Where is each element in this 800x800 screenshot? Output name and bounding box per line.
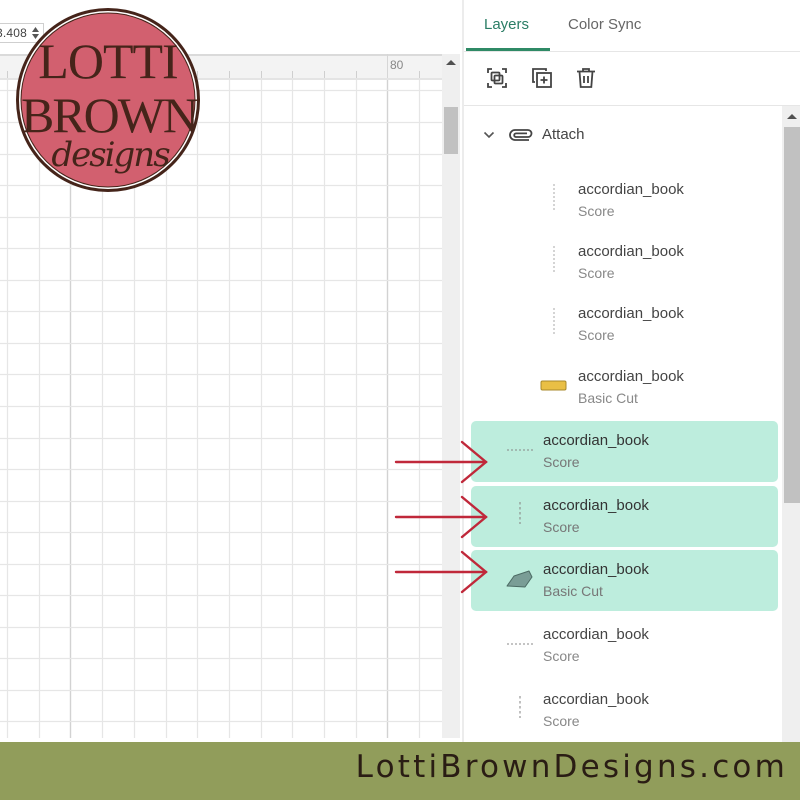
panel-tabs: Layers Color Sync xyxy=(464,0,800,52)
ruler-tick xyxy=(7,71,8,78)
score-vertical-icon xyxy=(553,246,555,274)
layer-type: Basic Cut xyxy=(578,390,638,406)
scroll-up-icon[interactable] xyxy=(787,114,797,119)
layers-list: Attach accordian_book Score accordian_bo… xyxy=(464,106,782,742)
score-horizontal-icon xyxy=(507,643,533,645)
website-url: LottiBrownDesigns.com xyxy=(355,749,788,785)
brand-logo: LOTTI BROWN designs xyxy=(16,8,200,192)
layer-item-selected[interactable]: accordian_book Basic Cut xyxy=(471,550,778,611)
layer-item-selected[interactable]: accordian_book Score xyxy=(471,421,778,482)
chevron-down-icon[interactable] xyxy=(482,128,496,142)
logo-line1: LOTTI xyxy=(38,33,177,89)
layer-type: Score xyxy=(543,454,580,470)
scroll-up-icon[interactable] xyxy=(446,60,456,65)
layer-type: Score xyxy=(543,713,580,729)
ruler-tick xyxy=(387,54,388,78)
layer-item[interactable]: accordian_book Score xyxy=(471,615,778,676)
layer-item[interactable]: accordian_book Score xyxy=(464,170,782,231)
score-vertical-icon xyxy=(519,696,521,718)
layer-name: accordian_book xyxy=(578,305,684,322)
layer-name: accordian_book xyxy=(543,626,649,643)
layer-type: Score xyxy=(543,519,580,535)
trash-icon[interactable] xyxy=(574,66,598,90)
ruler-tick xyxy=(356,71,357,78)
attach-icon xyxy=(509,129,533,141)
layer-name: accordian_book xyxy=(578,243,684,260)
ruler-tick xyxy=(229,71,230,78)
layer-item[interactable]: accordian_book Score xyxy=(471,680,778,741)
group-label: Attach xyxy=(542,126,585,143)
layers-scrollbar[interactable] xyxy=(782,106,800,742)
tab-color-sync[interactable]: Color Sync xyxy=(568,16,641,33)
layers-toolbar xyxy=(464,52,800,106)
score-horizontal-icon xyxy=(507,449,533,451)
scrollbar-thumb[interactable] xyxy=(444,107,458,154)
layer-item[interactable]: accordian_book Score xyxy=(464,232,782,293)
layer-name: accordian_book xyxy=(543,432,649,449)
layer-type: Score xyxy=(578,265,615,281)
ruler-tick xyxy=(292,71,293,78)
brand-footer: LottiBrownDesigns.com xyxy=(0,742,800,800)
rectangle-shape-icon xyxy=(540,380,567,391)
canvas-vertical-scrollbar[interactable] xyxy=(442,54,460,738)
layer-name: accordian_book xyxy=(543,561,649,578)
layers-panel: Layers Color Sync Attach accordian_book … xyxy=(462,0,800,742)
ruler-tick xyxy=(324,71,325,78)
layer-type: Basic Cut xyxy=(543,583,603,599)
layer-type: Score xyxy=(543,648,580,664)
layer-name: accordian_book xyxy=(543,497,649,514)
ruler-tick xyxy=(419,71,420,78)
tab-layers[interactable]: Layers xyxy=(484,16,529,33)
layer-name: accordian_book xyxy=(578,368,684,385)
layer-item[interactable]: accordian_book Basic Cut xyxy=(464,357,782,418)
layer-item-selected[interactable]: accordian_book Score xyxy=(471,486,778,547)
ruler-tick xyxy=(261,71,262,78)
group-select-icon[interactable] xyxy=(485,66,509,90)
ruler-label: 80 xyxy=(390,58,404,72)
active-tab-indicator xyxy=(466,48,550,51)
layer-name: accordian_book xyxy=(578,181,684,198)
group-attach[interactable]: Attach xyxy=(464,120,782,152)
score-vertical-icon xyxy=(553,308,555,336)
logo-script: designs xyxy=(51,135,170,175)
layer-type: Score xyxy=(578,327,615,343)
polygon-shape-icon xyxy=(506,570,533,588)
layer-name: accordian_book xyxy=(543,691,649,708)
layer-item[interactable]: accordian_book Score xyxy=(464,294,782,355)
score-vertical-icon xyxy=(553,184,555,212)
score-vertical-icon xyxy=(519,502,521,524)
scrollbar-thumb[interactable] xyxy=(784,127,800,503)
layer-type: Score xyxy=(578,203,615,219)
duplicate-icon[interactable] xyxy=(530,66,554,90)
